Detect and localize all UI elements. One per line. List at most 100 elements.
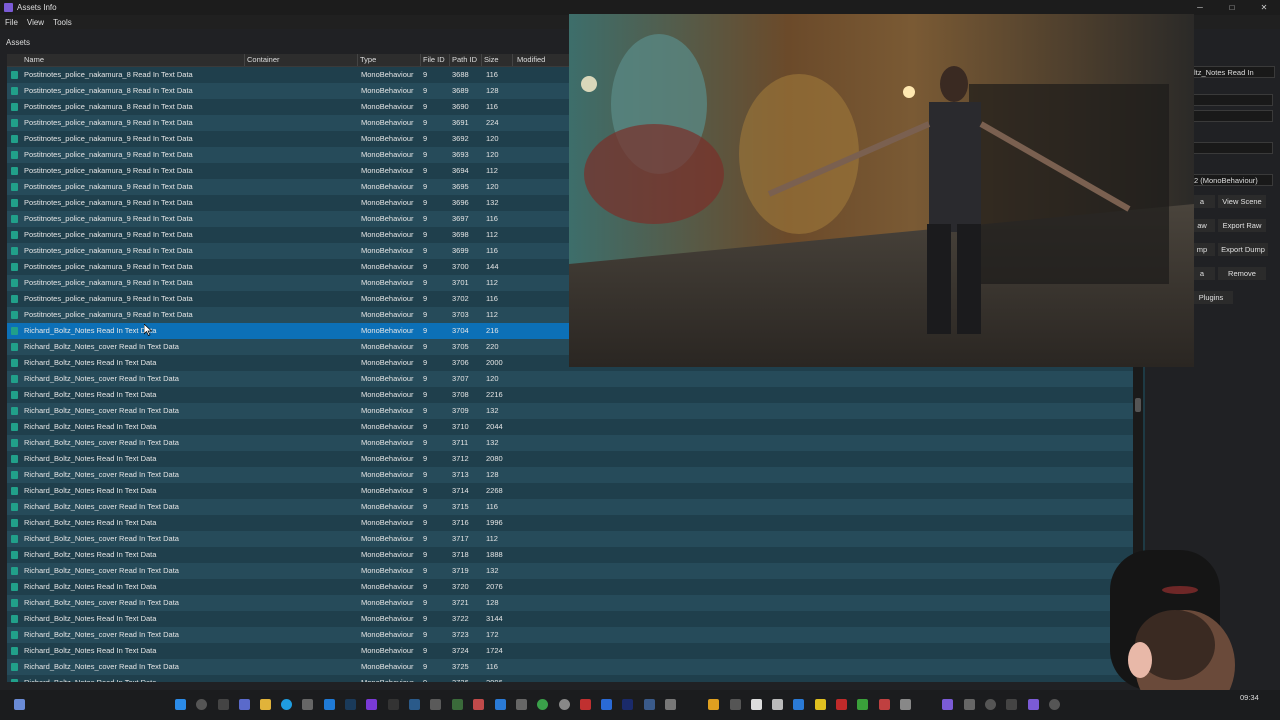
app-icon[interactable] (964, 699, 975, 710)
column-divider[interactable] (357, 54, 358, 66)
app-icon[interactable] (601, 699, 612, 710)
maximize-button[interactable]: □ (1216, 0, 1248, 15)
table-row[interactable]: Richard_Boltz_Notes Read In Text Data Mon… (7, 419, 1137, 435)
table-row[interactable]: Richard_Boltz_Notes_cover Read In Text D… (7, 403, 1137, 419)
column-divider[interactable] (481, 54, 482, 66)
app-icon[interactable] (772, 699, 783, 710)
column-header-name[interactable]: Name (24, 55, 44, 64)
app-icon[interactable] (409, 699, 420, 710)
table-row[interactable]: Richard_Boltz_Notes_cover Read In Text D… (7, 371, 1137, 387)
app-icon[interactable] (644, 699, 655, 710)
cell-name: Postitnotes_police_nakamura_9 Read In Te… (24, 150, 193, 159)
app-icon[interactable] (879, 699, 890, 710)
asset-name-field[interactable]: ltz_Notes Read In (1189, 66, 1275, 78)
chrome-icon[interactable] (537, 699, 548, 710)
table-row[interactable]: Richard_Boltz_Notes_cover Read In Text D… (7, 531, 1137, 547)
asset-file-field[interactable] (1189, 110, 1273, 122)
table-row[interactable]: Richard_Boltz_Notes Read In Text Data Mon… (7, 611, 1137, 627)
plugins-button[interactable]: Plugins (1189, 291, 1233, 304)
table-row[interactable]: Richard_Boltz_Notes Read In Text Data Mon… (7, 675, 1137, 682)
cell-type: MonoBehaviour (361, 518, 414, 527)
vscode-icon[interactable] (495, 699, 506, 710)
steam-icon[interactable] (345, 699, 356, 710)
app-icon[interactable] (388, 699, 399, 710)
cell-file-id: 9 (423, 422, 428, 431)
remove-button[interactable]: Remove (1218, 267, 1266, 280)
table-row[interactable]: Richard_Boltz_Notes Read In Text Data Mon… (7, 387, 1137, 403)
app-icon[interactable] (1049, 699, 1060, 710)
scrollbar-thumb[interactable] (1135, 398, 1141, 412)
app-icon[interactable] (1006, 699, 1017, 710)
menu-tools[interactable]: Tools (53, 18, 72, 27)
column-header-modified[interactable]: Modified (517, 55, 545, 64)
view-scene-button[interactable]: View Scene (1218, 195, 1266, 208)
column-header-container[interactable]: Container (247, 55, 280, 64)
teams-icon[interactable] (239, 699, 250, 710)
taskbar-clock[interactable]: 09:34 (1240, 693, 1259, 702)
column-divider[interactable] (244, 54, 245, 66)
export-dump-button[interactable]: Export Dump (1218, 243, 1268, 256)
edge-icon[interactable] (281, 699, 292, 710)
app-icon[interactable] (665, 699, 676, 710)
app-icon[interactable] (900, 699, 911, 710)
table-row[interactable]: Richard_Boltz_Notes_cover Read In Text D… (7, 435, 1137, 451)
menu-file[interactable]: File (5, 18, 18, 27)
column-divider[interactable] (420, 54, 421, 66)
column-header-path-id[interactable]: Path ID (452, 55, 477, 64)
app-icon[interactable] (751, 699, 762, 710)
menu-view[interactable]: View (27, 18, 44, 27)
table-row[interactable]: Richard_Boltz_Notes_cover Read In Text D… (7, 627, 1137, 643)
task-view-icon[interactable] (218, 699, 229, 710)
app-icon[interactable] (857, 699, 868, 710)
app-icon[interactable] (622, 699, 633, 710)
column-divider[interactable] (512, 54, 513, 66)
app-icon[interactable] (430, 699, 441, 710)
app-icon[interactable] (942, 699, 953, 710)
app-icon[interactable] (516, 699, 527, 710)
folder-icon[interactable] (260, 699, 271, 710)
cell-name: Richard_Boltz_Notes_cover Read In Text D… (24, 438, 179, 447)
app-icon[interactable] (815, 699, 826, 710)
cell-size: 132 (486, 198, 499, 207)
app-icon[interactable] (452, 699, 463, 710)
column-header-size[interactable]: Size (484, 55, 499, 64)
column-divider[interactable] (449, 54, 450, 66)
minimize-button[interactable]: ─ (1184, 0, 1216, 15)
app-icon[interactable] (366, 699, 377, 710)
start-icon[interactable] (175, 699, 186, 710)
asset-file-icon (11, 311, 18, 319)
table-row[interactable]: Richard_Boltz_Notes Read In Text Data Mon… (7, 451, 1137, 467)
asset-path-field[interactable] (1189, 94, 1273, 106)
mail-icon[interactable] (324, 699, 335, 710)
app-icon[interactable] (985, 699, 996, 710)
table-row[interactable]: Richard_Boltz_Notes_cover Read In Text D… (7, 659, 1137, 675)
close-button[interactable]: ✕ (1248, 0, 1280, 15)
search-icon[interactable] (196, 699, 207, 710)
app-icon[interactable] (836, 699, 847, 710)
app-icon[interactable] (708, 699, 719, 710)
column-header-type[interactable]: Type (360, 55, 376, 64)
export-raw-button[interactable]: Export Raw (1218, 219, 1266, 232)
table-row[interactable]: Richard_Boltz_Notes_cover Read In Text D… (7, 595, 1137, 611)
table-row[interactable]: Richard_Boltz_Notes Read In Text Data Mon… (7, 643, 1137, 659)
cell-type: MonoBehaviour (361, 166, 414, 175)
table-row[interactable]: Richard_Boltz_Notes Read In Text Data Mon… (7, 579, 1137, 595)
app-icon[interactable] (793, 699, 804, 710)
app-icon[interactable] (580, 699, 591, 710)
table-row[interactable]: Richard_Boltz_Notes Read In Text Data Mon… (7, 483, 1137, 499)
table-row[interactable]: Richard_Boltz_Notes_cover Read In Text D… (7, 563, 1137, 579)
store-icon[interactable] (302, 699, 313, 710)
cell-type: MonoBehaviour (361, 598, 414, 607)
table-row[interactable]: Richard_Boltz_Notes_cover Read In Text D… (7, 499, 1137, 515)
asset-type-field[interactable]: 2 (MonoBehaviour) (1189, 174, 1273, 186)
asset-id-field[interactable] (1189, 142, 1273, 154)
app-icon[interactable] (473, 699, 484, 710)
weather-icon[interactable] (14, 699, 25, 710)
app-icon[interactable] (730, 699, 741, 710)
table-row[interactable]: Richard_Boltz_Notes Read In Text Data Mon… (7, 547, 1137, 563)
column-header-file-id[interactable]: File ID (423, 55, 445, 64)
table-row[interactable]: Richard_Boltz_Notes_cover Read In Text D… (7, 467, 1137, 483)
app-icon[interactable] (559, 699, 570, 710)
table-row[interactable]: Richard_Boltz_Notes Read In Text Data Mon… (7, 515, 1137, 531)
assets-info-taskbar-icon[interactable] (1028, 699, 1039, 710)
